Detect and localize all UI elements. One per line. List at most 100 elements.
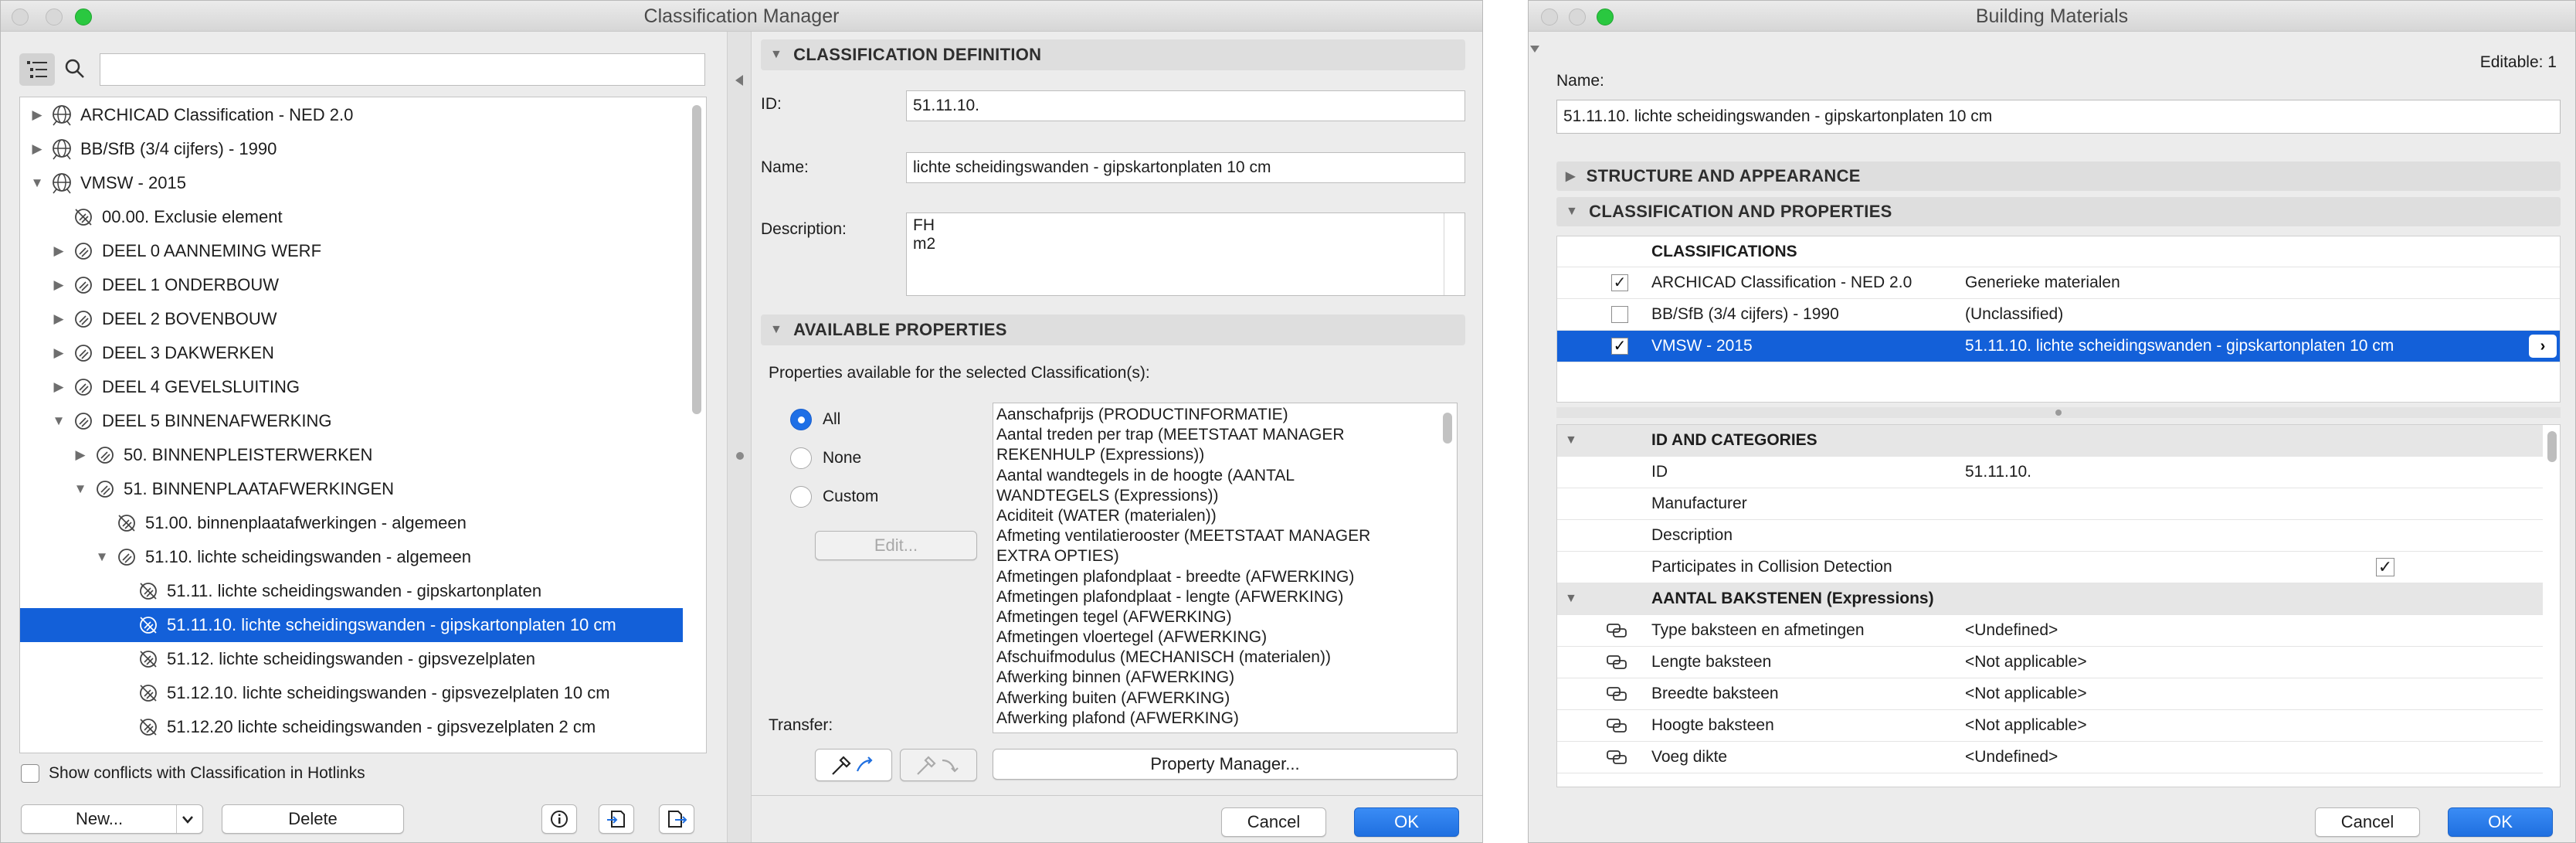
properties-table-scrollbar[interactable] bbox=[2547, 431, 2557, 462]
property-list-item[interactable]: Aantal treden per trap (MEETSTAAT MANAGE… bbox=[993, 425, 1438, 445]
property-manager-button[interactable]: Property Manager... bbox=[993, 749, 1458, 780]
tree-item[interactable]: ▶ DEEL 4 GEVELSLUITING bbox=[20, 370, 683, 404]
property-value[interactable]: <Undefined> bbox=[1965, 748, 2058, 767]
tree-item[interactable]: ▶ DEEL 3 DAKWERKEN bbox=[20, 336, 683, 370]
table-resize-handle[interactable] bbox=[1556, 407, 2561, 418]
import-button[interactable] bbox=[599, 804, 634, 834]
disclosure-closed-icon[interactable]: ▶ bbox=[48, 277, 70, 293]
property-value[interactable]: <Not applicable> bbox=[1965, 685, 2087, 703]
export-button[interactable] bbox=[659, 804, 694, 834]
disclosure-open-icon[interactable]: ▼ bbox=[91, 549, 113, 565]
disclosure-closed-icon[interactable]: ▶ bbox=[26, 141, 48, 157]
disclosure-closed-icon[interactable]: ▶ bbox=[48, 311, 70, 327]
tree-item[interactable]: ▶ BB/SfB (3/4 cijfers) - 1990 bbox=[20, 132, 683, 166]
classifications-table[interactable]: CLASSIFICATIONS ✓ ARCHICAD Classification… bbox=[1556, 236, 2561, 403]
checkbox-checked-icon[interactable]: ✓ bbox=[1611, 338, 1628, 355]
property-value[interactable]: <Undefined> bbox=[1965, 621, 2058, 640]
id-property-row[interactable]: Description bbox=[1557, 520, 2543, 552]
id-property-row[interactable]: Manufacturer bbox=[1557, 488, 2543, 520]
property-list-item[interactable]: Aciditeit (WATER (materialen)) bbox=[993, 506, 1438, 526]
classification-tree[interactable]: ▶ ARCHICAD Classification - NED 2.0 ▶ BB/Sf… bbox=[19, 97, 707, 753]
id-categories-header[interactable]: ▼ ID AND CATEGORIES bbox=[1557, 425, 2543, 457]
disclosure-open-icon[interactable]: ▼ bbox=[1565, 433, 1577, 447]
disclosure-closed-icon[interactable]: ▶ bbox=[48, 243, 70, 259]
brick-property-row[interactable]: Voeg dikte <Undefined> bbox=[1557, 742, 2543, 773]
classification-properties-header[interactable]: ▼ CLASSIFICATION AND PROPERTIES bbox=[1556, 197, 2561, 226]
disclosure-closed-icon[interactable]: ▶ bbox=[26, 107, 48, 123]
description-field[interactable]: FH m2 bbox=[906, 212, 1465, 296]
properties-table[interactable]: ▼ ID AND CATEGORIES ID 51.11.10. Manufacture… bbox=[1556, 424, 2561, 787]
brick-property-row[interactable]: Lengte baksteen <Not applicable> bbox=[1557, 647, 2543, 678]
property-list-item[interactable]: EXTRA OPTIES) bbox=[993, 546, 1438, 566]
transfer-pick-button[interactable] bbox=[815, 749, 892, 781]
disclosure-closed-icon[interactable]: ▶ bbox=[70, 447, 91, 463]
title-bar[interactable]: Building Materials bbox=[1529, 1, 2575, 32]
disclosure-closed-icon[interactable]: ▶ bbox=[48, 379, 70, 395]
structure-appearance-header[interactable]: ▶ STRUCTURE AND APPEARANCE bbox=[1556, 161, 2561, 191]
title-bar[interactable]: Classification Manager bbox=[1, 1, 1482, 32]
transfer-inject-button[interactable] bbox=[900, 749, 977, 781]
aantal-bakstenen-header[interactable]: ▼ AANTAL BAKSTENEN (Expressions) bbox=[1557, 583, 2543, 615]
classification-definition-header[interactable]: ▼ CLASSIFICATION DEFINITION bbox=[761, 39, 1465, 70]
radio-none[interactable]: None bbox=[790, 447, 861, 469]
disclosure-open-icon[interactable]: ▼ bbox=[1565, 592, 1577, 606]
tree-item[interactable]: ▼ 51.10. lichte scheidingswanden - algeme… bbox=[20, 540, 683, 574]
brick-property-row[interactable]: Hoogte baksteen <Not applicable> bbox=[1557, 710, 2543, 742]
checkbox-checked-icon[interactable]: ✓ bbox=[1611, 274, 1628, 291]
tree-item[interactable]: ▶ DEEL 1 ONDERBOUW bbox=[20, 268, 683, 302]
property-list-item[interactable]: Afwerking plafond (AFWERKING) bbox=[993, 709, 1438, 729]
properties-list[interactable]: Aanschafprijs (PRODUCTINFORMATIE) Aantal … bbox=[993, 403, 1458, 733]
property-list-item[interactable]: Afschuifmodulus (MECHANISCH (materialen)… bbox=[993, 648, 1438, 668]
classification-row[interactable]: ✓ ARCHICAD Classification - NED 2.0 Generi… bbox=[1557, 267, 2560, 299]
disclosure-open-icon[interactable]: ▼ bbox=[70, 481, 91, 497]
ok-button[interactable]: OK bbox=[1354, 807, 1459, 837]
material-name-field[interactable]: 51.11.10. lichte scheidingswanden - gips… bbox=[1556, 100, 2561, 134]
search-input[interactable] bbox=[100, 53, 705, 86]
tree-item[interactable]: 51.12.20 lichte scheidingswanden - gipsv… bbox=[20, 710, 683, 744]
disclosure-closed-icon[interactable]: ▶ bbox=[48, 345, 70, 361]
checkbox-empty-icon[interactable] bbox=[1611, 306, 1628, 323]
properties-list-scrollbar[interactable] bbox=[1443, 413, 1452, 444]
property-value[interactable]: <Not applicable> bbox=[1965, 716, 2087, 735]
radio-custom[interactable]: Custom bbox=[790, 486, 878, 508]
tree-view-toggle-button[interactable] bbox=[19, 53, 55, 86]
tree-item[interactable]: ▼ 51. BINNENPLAATAFWERKINGEN bbox=[20, 472, 683, 506]
tree-item[interactable]: ▶ 50. BINNENPLEISTERWERKEN bbox=[20, 438, 683, 472]
cancel-button[interactable]: Cancel bbox=[1221, 807, 1326, 837]
tree-item[interactable]: 00.00. Exclusie element bbox=[20, 200, 683, 234]
property-list-item[interactable]: Afmetingen vloertegel (AFWERKING) bbox=[993, 627, 1438, 648]
disclosure-open-icon[interactable]: ▼ bbox=[48, 413, 70, 429]
checkbox-checked-icon[interactable]: ✓ bbox=[2376, 558, 2394, 576]
new-button[interactable]: New... bbox=[21, 804, 203, 834]
id-field[interactable]: 51.11.10. bbox=[906, 90, 1465, 121]
property-list-item[interactable]: Afmetingen plafondplaat - lengte (AFWERK… bbox=[993, 587, 1438, 607]
property-value[interactable]: 51.11.10. bbox=[1965, 463, 2031, 481]
tree-item[interactable]: ▼ VMSW - 2015 bbox=[20, 166, 683, 200]
brick-property-row[interactable]: Type baksteen en afmetingen <Undefined> bbox=[1557, 615, 2543, 647]
tree-item[interactable]: 51.11. lichte scheidingswanden - gipskar… bbox=[20, 574, 683, 608]
cancel-button[interactable]: Cancel bbox=[2315, 807, 2420, 837]
tree-item[interactable]: 51.00. binnenplaatafwerkingen - algemeen bbox=[20, 506, 683, 540]
pane-splitter[interactable] bbox=[727, 32, 752, 842]
tree-item[interactable]: ▼ DEEL 5 BINNENAFWERKING bbox=[20, 404, 683, 438]
property-list-item[interactable]: Afmetingen plafondplaat - breedte (AFWER… bbox=[993, 567, 1438, 587]
property-value[interactable]: <Not applicable> bbox=[1965, 653, 2087, 671]
ok-button[interactable]: OK bbox=[2448, 807, 2553, 837]
property-list-item[interactable]: Afmeting ventilatierooster (MEETSTAAT MA… bbox=[993, 526, 1438, 546]
tree-item[interactable]: ▶ DEEL 0 AANNEMING WERF bbox=[20, 234, 683, 268]
delete-button[interactable]: Delete bbox=[222, 804, 404, 834]
property-list-item[interactable]: Aantal wandtegels in de hoogte (AANTAL bbox=[993, 466, 1438, 486]
tree-item[interactable]: 51.12. lichte scheidingswanden - gipsvez… bbox=[20, 642, 683, 676]
property-list-item[interactable]: REKENHULP (Expressions)) bbox=[993, 445, 1438, 465]
id-property-row[interactable]: ID 51.11.10. bbox=[1557, 457, 2543, 488]
tree-scrollbar[interactable] bbox=[692, 105, 701, 414]
radio-all[interactable]: All bbox=[790, 409, 840, 430]
brick-property-row[interactable]: Breedte baksteen <Not applicable> bbox=[1557, 678, 2543, 710]
property-list-item[interactable]: Afwerking binnen (AFWERKING) bbox=[993, 668, 1438, 688]
info-button[interactable] bbox=[541, 804, 577, 834]
edit-button[interactable]: Edit... bbox=[815, 531, 977, 560]
property-list-item[interactable]: Afmetingen tegel (AFWERKING) bbox=[993, 607, 1438, 627]
tree-item[interactable]: 51.12.10. lichte scheidingswanden - gips… bbox=[20, 676, 683, 710]
disclosure-open-icon[interactable]: ▼ bbox=[26, 175, 48, 191]
property-list-item[interactable]: Afwerking buiten (AFWERKING) bbox=[993, 688, 1438, 709]
